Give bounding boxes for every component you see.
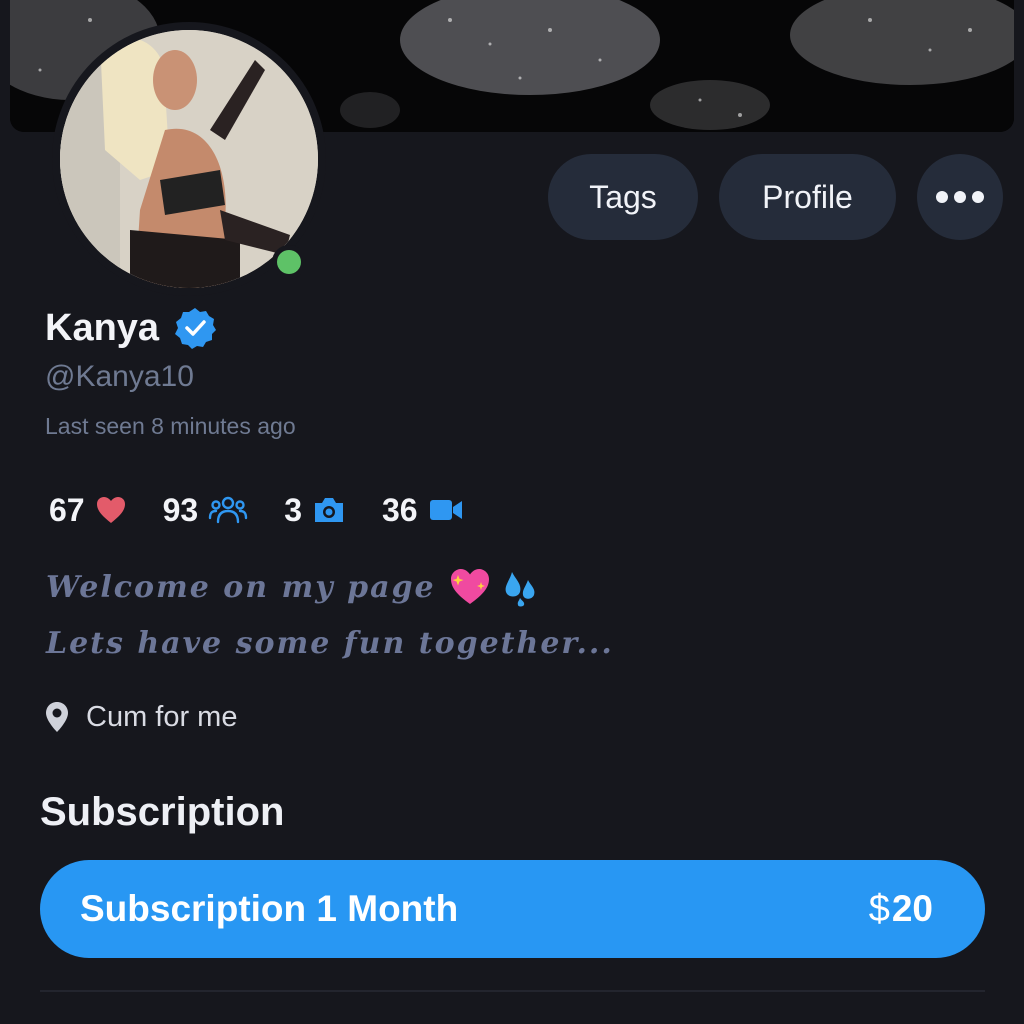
currency-symbol: $	[868, 887, 890, 930]
location-pin-icon	[46, 702, 68, 732]
stat-photos[interactable]: 3	[284, 492, 346, 529]
price-amount: 20	[891, 887, 933, 929]
location-text: Cum for me	[86, 700, 238, 733]
subscription-plan-label: Subscription 1 Month	[80, 888, 459, 929]
subscription-1-month-button[interactable]: Subscription 1 Month $ 20	[40, 860, 985, 958]
tags-button[interactable]: Tags	[548, 154, 698, 240]
bio-line-1: Welcome on my page	[46, 566, 540, 608]
stat-videos-count: 36	[381, 491, 418, 528]
bio-text-1: Welcome on my page	[46, 569, 436, 605]
sparkling-heart-icon	[450, 569, 489, 604]
more-dots-icon	[936, 191, 984, 203]
stat-followers-count: 93	[162, 491, 199, 528]
camera-icon	[314, 498, 343, 522]
stats-row: 67 93 3 36	[49, 485, 500, 535]
subscription-section-title: Subscription	[40, 790, 285, 834]
video-icon	[429, 500, 462, 520]
profile-button[interactable]: Profile	[719, 154, 896, 240]
online-status-indicator	[272, 245, 306, 279]
users-icon	[208, 496, 248, 524]
subscription-price: $ 20	[869, 888, 933, 931]
name-row: Kanya	[45, 300, 217, 356]
sweat-droplets-icon	[505, 572, 535, 607]
username-handle: @Kanya10	[45, 360, 194, 393]
stat-photos-count: 3	[284, 491, 302, 528]
stat-likes-count: 67	[49, 491, 85, 528]
display-name: Kanya	[45, 306, 160, 349]
bio-line-2: Lets have some fun together...	[46, 626, 614, 661]
heart-icon	[96, 497, 125, 523]
stat-videos[interactable]: 36	[382, 492, 464, 529]
stat-followers[interactable]: 93	[163, 492, 249, 529]
stat-likes[interactable]: 67	[49, 492, 127, 529]
more-options-button[interactable]	[917, 154, 1003, 240]
bio-text-2: Lets have some fun together...	[46, 626, 614, 661]
divider	[40, 990, 985, 992]
location-row: Cum for me	[44, 700, 237, 734]
verified-badge-icon	[175, 308, 217, 349]
last-seen-status: Last seen 8 minutes ago	[45, 413, 296, 439]
bio-emojis	[448, 566, 540, 608]
